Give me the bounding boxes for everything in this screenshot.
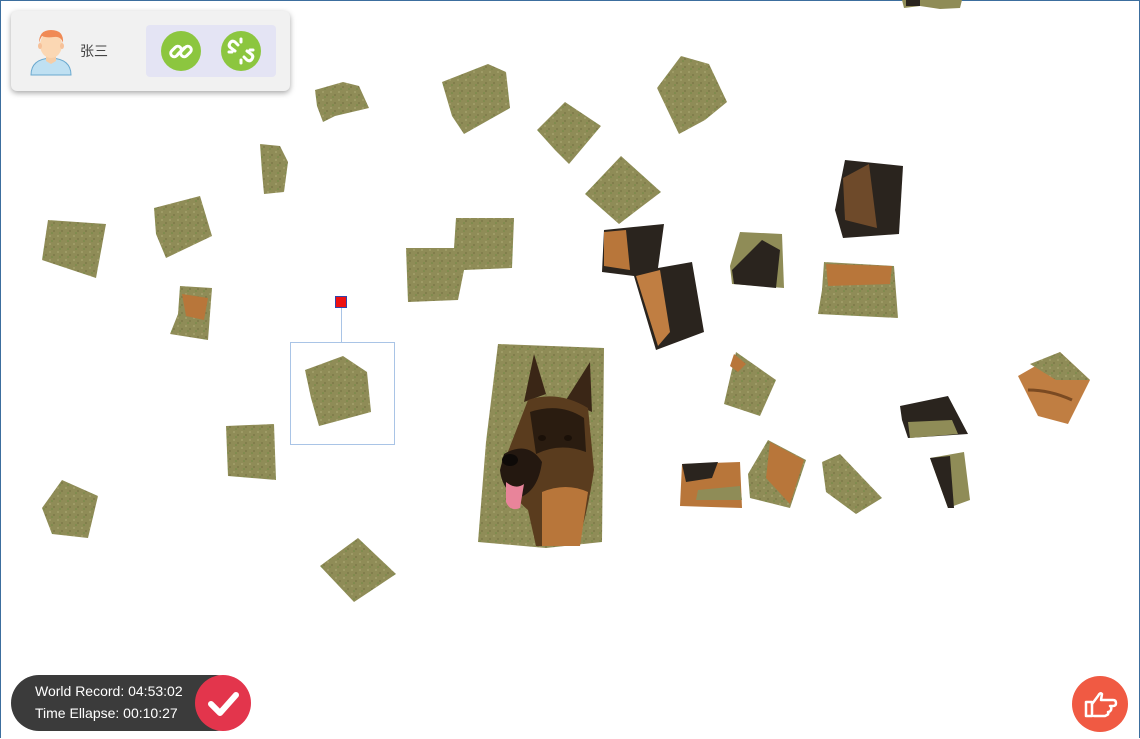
link-icon	[169, 44, 193, 59]
hint-button[interactable]	[1072, 676, 1128, 732]
selection-box	[290, 342, 395, 445]
puzzle-piece[interactable]	[722, 350, 778, 418]
puzzle-piece[interactable]	[655, 54, 731, 136]
selection-stem	[341, 308, 342, 342]
puzzle-piece[interactable]	[1016, 350, 1092, 426]
puzzle-piece[interactable]	[678, 460, 744, 510]
time-elapsed-text: Time Ellapse: 00:10:27	[35, 705, 178, 721]
link-pieces-button[interactable]	[161, 31, 201, 71]
person-avatar-icon	[28, 25, 74, 77]
pointing-hand-icon	[1084, 692, 1118, 718]
unlink-pieces-button[interactable]	[221, 31, 261, 71]
puzzle-piece[interactable]	[258, 142, 290, 196]
puzzle-piece-merged[interactable]	[404, 216, 516, 304]
puzzle-piece-merged-dog-head[interactable]	[476, 342, 608, 548]
puzzle-piece[interactable]	[898, 394, 970, 440]
puzzle-piece[interactable]	[224, 422, 278, 482]
puzzle-piece[interactable]	[728, 230, 786, 292]
link-toolbar	[146, 25, 276, 77]
puzzle-piece[interactable]	[583, 154, 663, 226]
user-panel: 张三	[11, 11, 290, 91]
puzzle-piece[interactable]	[168, 284, 214, 342]
user-name: 张三	[80, 43, 108, 59]
puzzle-piece[interactable]	[313, 82, 371, 126]
puzzle-piece[interactable]	[833, 158, 905, 242]
puzzle-piece[interactable]	[40, 218, 108, 280]
rotate-handle[interactable]	[335, 296, 347, 308]
puzzle-piece[interactable]	[40, 478, 100, 540]
unlink-icon	[227, 37, 255, 65]
world-record-text: World Record: 04:53:02	[35, 683, 183, 699]
puzzle-piece[interactable]	[928, 450, 972, 510]
puzzle-piece[interactable]	[746, 438, 808, 510]
puzzle-piece[interactable]	[816, 260, 900, 322]
puzzle-piece[interactable]	[318, 536, 398, 604]
submit-button[interactable]	[195, 675, 251, 731]
puzzle-piece[interactable]	[440, 62, 514, 136]
puzzle-piece[interactable]	[600, 222, 710, 352]
checkmark-icon	[208, 692, 239, 716]
puzzle-piece[interactable]	[152, 194, 216, 260]
puzzle-piece[interactable]	[900, 0, 964, 10]
puzzle-piece[interactable]	[820, 452, 884, 516]
